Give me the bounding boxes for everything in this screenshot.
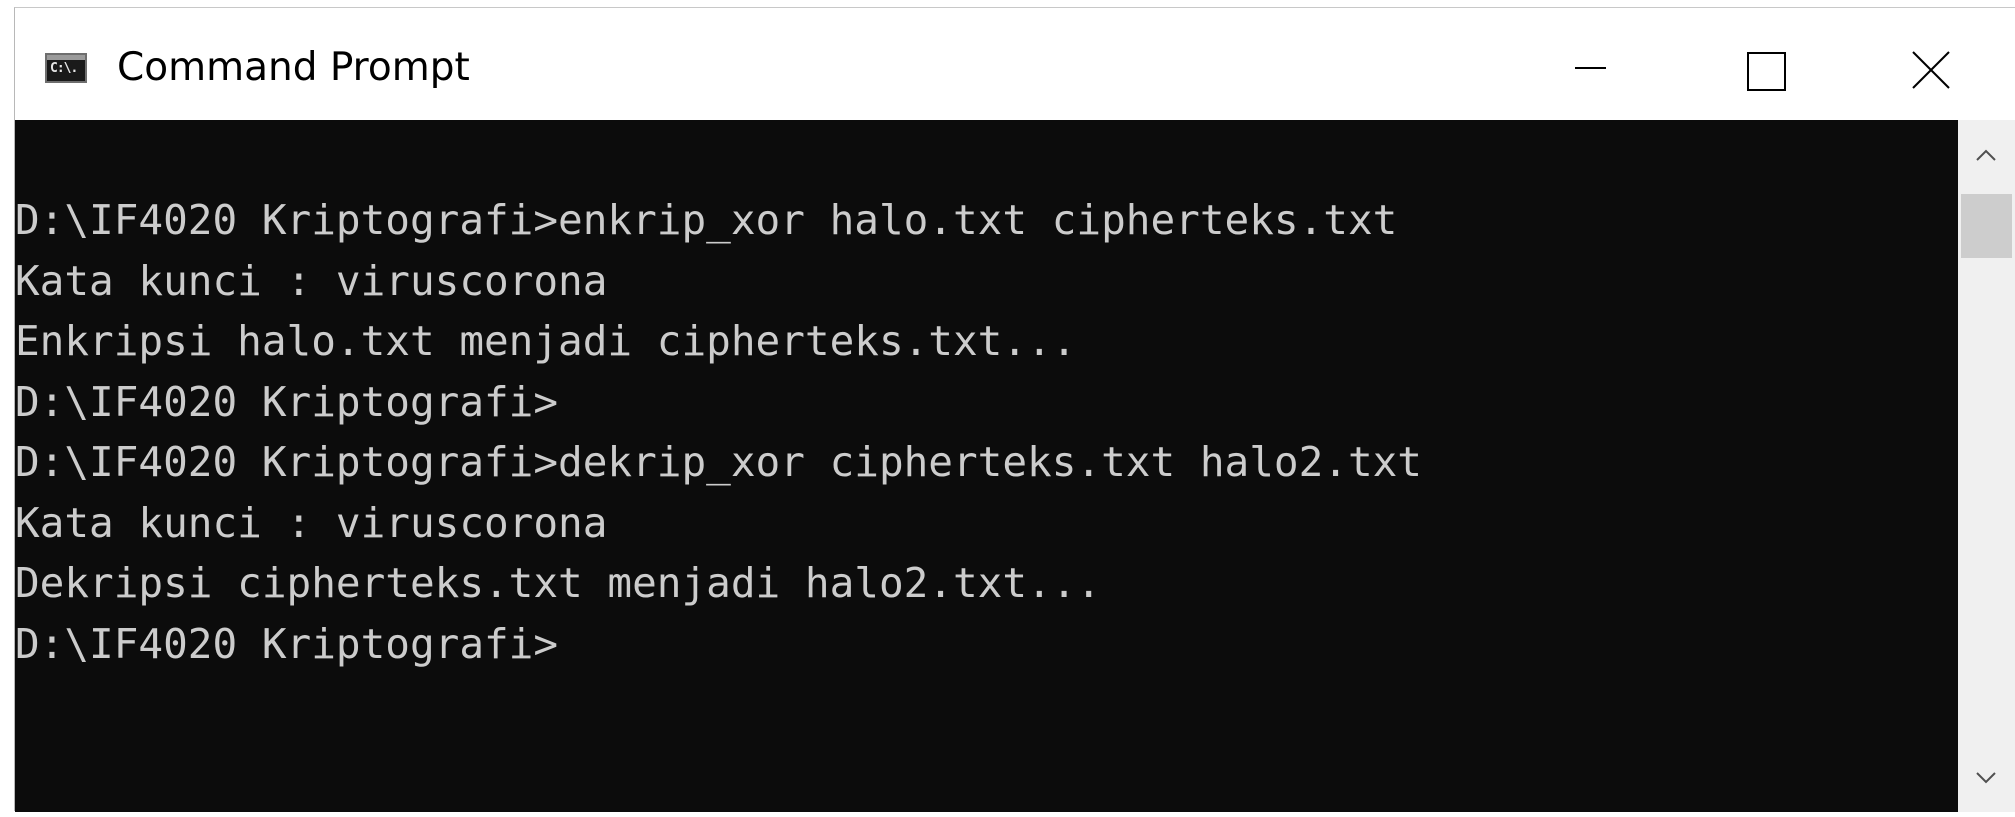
minimize-icon [1575, 67, 1606, 69]
maximize-button[interactable] [1675, 8, 1845, 120]
scroll-thumb[interactable] [1961, 194, 2012, 258]
console-line: D:\IF4020 Kriptografi> [15, 619, 559, 668]
console-line: D:\IF4020 Kriptografi> [15, 377, 559, 426]
console-lines: D:\IF4020 Kriptografi>enkrip_xor halo.tx… [15, 190, 1422, 674]
scroll-down-button[interactable] [1958, 738, 2015, 812]
minimize-button[interactable] [1505, 8, 1675, 120]
scroll-up-button[interactable] [1958, 120, 2015, 194]
close-button[interactable] [1845, 8, 2015, 120]
console-line: Kata kunci : viruscorona [15, 256, 608, 305]
chevron-down-icon [1976, 772, 1996, 784]
maximize-icon [1747, 52, 1786, 91]
console-output[interactable]: D:\IF4020 Kriptografi>enkrip_xor halo.tx… [15, 120, 1958, 812]
console-line: Dekripsi cipherteks.txt menjadi halo2.tx… [15, 559, 1102, 607]
vertical-scrollbar[interactable] [1958, 120, 2015, 812]
window-title: Command Prompt [117, 45, 470, 90]
console-line: Kata kunci : viruscorona [15, 498, 608, 547]
title-bar[interactable]: C:\. Command Prompt [15, 8, 2015, 120]
console-line: Enkripsi halo.txt menjadi cipherteks.txt… [15, 317, 1077, 365]
console-line: D:\IF4020 Kriptografi>dekrip_xor ciphert… [15, 438, 1422, 486]
cmd-icon[interactable]: C:\. [45, 53, 87, 83]
close-icon [1912, 51, 1950, 89]
chevron-up-icon [1976, 149, 1996, 161]
console-line: D:\IF4020 Kriptografi>enkrip_xor halo.tx… [15, 196, 1398, 244]
cmd-icon-glyph: C:\. [50, 61, 78, 76]
command-prompt-window: C:\. Command Prompt D:\IF4020 Kriptograf… [14, 7, 2015, 812]
